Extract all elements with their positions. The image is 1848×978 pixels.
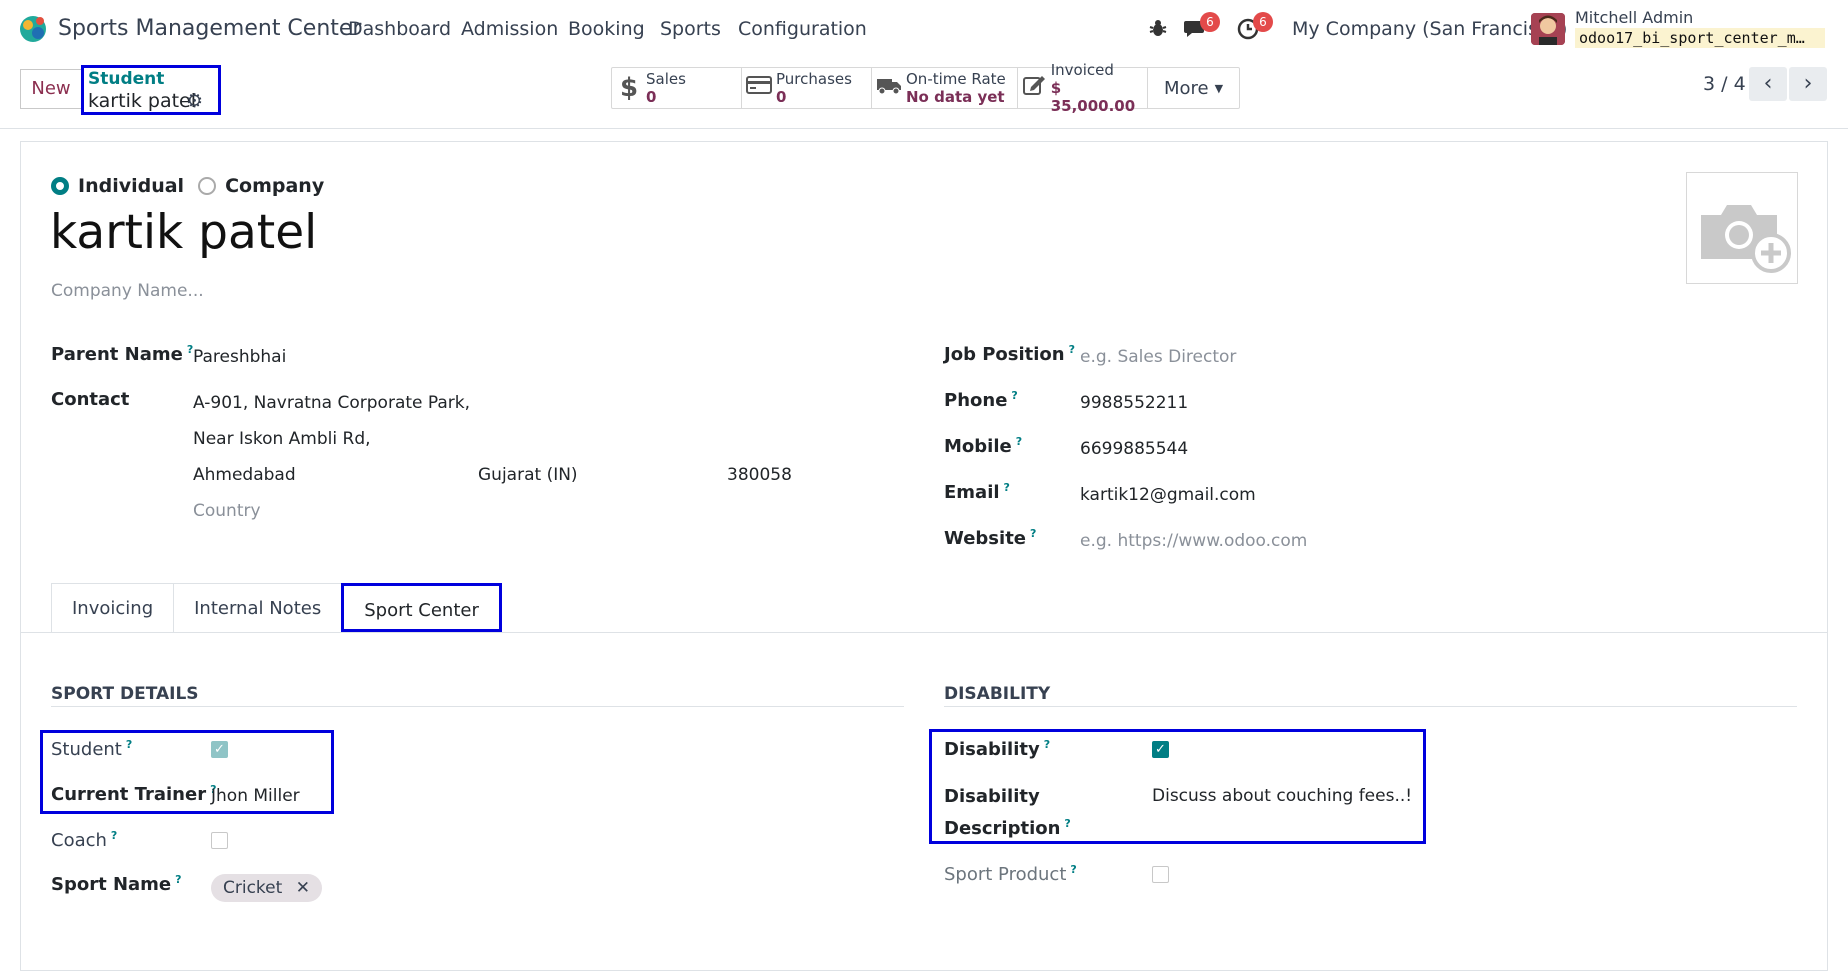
more-label: More (1164, 77, 1209, 99)
ontime-rate-label: On-time Rate (906, 70, 1006, 88)
disability-checkbox[interactable]: ✓ (1152, 741, 1169, 758)
email-label: Email? (944, 481, 1010, 503)
more-dropdown[interactable]: More ▼ (1148, 68, 1239, 108)
invoiced-smart-button[interactable]: Invoiced $ 35,000.00 (1018, 61, 1148, 115)
smart-buttons: $ Sales 0 Purchases 0 On-time Rate No da… (611, 61, 1241, 115)
contact-label: Contact (51, 389, 130, 410)
pager-next-button[interactable]: › (1789, 67, 1827, 101)
parent-name-value[interactable]: Pareshbhai (193, 347, 286, 367)
form-sheet (20, 141, 1828, 971)
menu-admission[interactable]: Admission (461, 18, 558, 40)
menu-configuration[interactable]: Configuration (738, 18, 867, 40)
photo-upload[interactable] (1686, 172, 1798, 284)
credit-card-icon (742, 75, 776, 101)
company-label[interactable]: Company (225, 175, 324, 197)
individual-radio[interactable] (51, 177, 69, 195)
website-label: Website? (944, 527, 1037, 549)
disability-label: Disability? (944, 738, 1051, 760)
email-field[interactable]: kartik12@gmail.com (1080, 485, 1256, 505)
job-position-field[interactable]: e.g. Sales Director (1080, 347, 1236, 367)
sport-name-tag-label: Cricket (223, 878, 283, 898)
sport-product-checkbox[interactable] (1152, 866, 1169, 883)
ontime-rate-smart-button[interactable]: On-time Rate No data yet (872, 68, 1018, 108)
tab-divider (20, 632, 1828, 633)
job-position-label: Job Position? (944, 343, 1076, 365)
camera-add-icon (1701, 205, 1791, 273)
purchases-value: 0 (776, 88, 787, 106)
student-checkbox[interactable]: ✓ (211, 741, 228, 758)
tab-sport-center[interactable]: Sport Center (341, 583, 502, 632)
user-avatar[interactable] (1531, 13, 1565, 45)
new-button[interactable]: New (20, 69, 82, 109)
street2-field[interactable]: Near Iskon Ambli Rd, (193, 429, 371, 449)
chat-badge: 6 (1200, 12, 1220, 32)
street-field[interactable]: A-901, Navratna Corporate Park, (193, 393, 470, 413)
partner-name-field[interactable]: kartik patel (50, 205, 317, 260)
user-name[interactable]: Mitchell Admin (1575, 8, 1693, 27)
tag-remove-icon[interactable]: ✕ (296, 878, 310, 898)
city-field[interactable]: Ahmedabad (193, 465, 296, 485)
gear-icon[interactable]: ⚙ (186, 90, 203, 112)
breadcrumb-current: kartik patel (88, 90, 197, 112)
disability-description-label: Disability Description? (944, 786, 1071, 839)
menu-booking[interactable]: Booking (568, 18, 645, 40)
top-navbar: Sports Management Center Dashboard Admis… (0, 0, 1848, 57)
website-field[interactable]: e.g. https://www.odoo.com (1080, 531, 1307, 551)
purchases-smart-button[interactable]: Purchases 0 (742, 68, 872, 108)
company-type-selector: Individual Company (51, 175, 338, 197)
current-trainer-field[interactable]: Jhon Miller (211, 786, 300, 806)
mobile-field[interactable]: 6699885544 (1080, 439, 1188, 459)
bug-icon[interactable] (1149, 18, 1167, 38)
pager-value[interactable]: 3 / 4 (1703, 73, 1746, 95)
company-radio[interactable] (198, 177, 217, 195)
caret-down-icon: ▼ (1214, 81, 1224, 95)
purchases-label: Purchases (776, 70, 852, 88)
menu-sports[interactable]: Sports (660, 18, 721, 40)
invoiced-label: Invoiced (1050, 61, 1114, 79)
coach-checkbox[interactable] (211, 832, 228, 849)
sport-details-divider (51, 706, 904, 707)
edit-icon (1018, 74, 1051, 102)
invoiced-value: $ 35,000.00 (1050, 79, 1136, 115)
sport-product-label: Sport Product? (944, 863, 1077, 885)
phone-field[interactable]: 9988552211 (1080, 393, 1188, 413)
sales-value: 0 (646, 88, 657, 106)
notebook-tabs: Invoicing Internal Notes Sport Center (51, 583, 502, 632)
app-title[interactable]: Sports Management Center (58, 16, 361, 41)
country-field[interactable]: Country (193, 501, 261, 521)
truck-icon (872, 75, 906, 101)
sales-smart-button[interactable]: $ Sales 0 (612, 68, 742, 108)
zip-field[interactable]: 380058 (727, 465, 792, 485)
sport-details-header: SPORT DETAILS (51, 684, 199, 704)
parent-name-label: Parent Name? (51, 343, 194, 365)
student-label: Student? (51, 738, 133, 760)
disability-header: DISABILITY (944, 684, 1051, 704)
mobile-label: Mobile? (944, 435, 1023, 457)
database-name: odoo17_bi_sport_center_m… (1575, 28, 1825, 48)
pager-previous-button[interactable]: ‹ (1749, 67, 1787, 101)
app-logo-icon[interactable] (18, 14, 48, 44)
phone-label: Phone? (944, 389, 1018, 411)
breadcrumb-parent-link[interactable]: Student (88, 69, 164, 89)
tab-invoicing[interactable]: Invoicing (51, 583, 175, 632)
menu-dashboard[interactable]: Dashboard (348, 18, 451, 40)
control-panel: New Student kartik patel ⚙ $ Sales 0 Pur… (0, 57, 1848, 129)
disability-divider (944, 706, 1797, 707)
sport-name-label: Sport Name? (51, 873, 182, 895)
current-trainer-label: Current Trainer? (51, 783, 217, 805)
state-field[interactable]: Gujarat (IN) (478, 465, 578, 485)
sales-label: Sales (646, 70, 686, 88)
disability-description-field[interactable]: Discuss about couching fees..! (1152, 786, 1412, 806)
coach-label: Coach? (51, 829, 118, 851)
activity-badge: 6 (1253, 12, 1273, 32)
sport-name-tag[interactable]: Cricket ✕ (211, 874, 322, 902)
tab-internal-notes[interactable]: Internal Notes (173, 583, 343, 632)
ontime-rate-value: No data yet (906, 88, 1005, 106)
company-name-field[interactable]: Company Name... (51, 281, 204, 301)
dollar-icon: $ (619, 73, 639, 103)
company-switcher[interactable]: My Company (San Francisco) (1292, 18, 1567, 40)
individual-label[interactable]: Individual (78, 175, 184, 197)
